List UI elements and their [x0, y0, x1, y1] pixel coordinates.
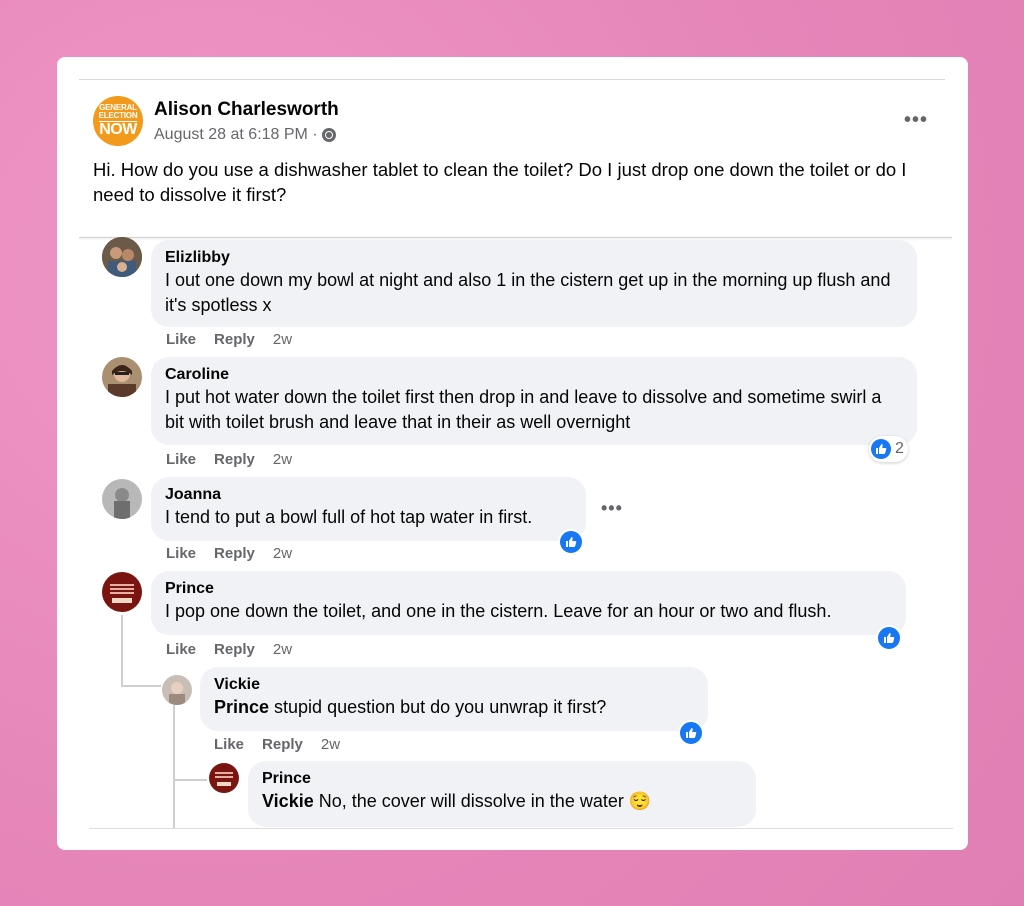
comment-bubble: Prince I pop one down the toilet, and on… — [151, 571, 906, 635]
author-name[interactable]: Alison Charlesworth — [154, 99, 339, 121]
post-more-options-icon[interactable]: ••• — [904, 109, 928, 132]
reply-bubble: Vickie Prince stupid question but do you… — [200, 667, 708, 731]
comment-bubble: Joanna I tend to put a bowl full of hot … — [151, 477, 586, 541]
thumbs-up-icon — [871, 439, 891, 459]
comment-more-options-icon[interactable]: ••• — [601, 498, 623, 519]
comment-time[interactable]: 2w — [273, 641, 292, 658]
like-link[interactable]: Like — [166, 641, 196, 658]
commenter-avatar[interactable] — [102, 237, 142, 277]
reply-text: stupid question but do you unwrap it fir… — [269, 697, 607, 717]
avatar-text-2: ELECTION — [98, 111, 138, 120]
comment-bubble: Caroline I put hot water down the toilet… — [151, 357, 917, 445]
post-card: GENERAL ELECTION NOW Alison Charlesworth… — [57, 57, 968, 850]
post-text: Hi. How do you use a dishwasher tablet t… — [93, 159, 907, 205]
post-meta: August 28 at 6:18 PM · — [154, 126, 336, 144]
thumbs-up-icon[interactable] — [876, 625, 902, 651]
bottom-divider — [89, 828, 953, 829]
thumbs-up-icon[interactable] — [678, 720, 704, 746]
author-avatar[interactable]: GENERAL ELECTION NOW — [93, 96, 143, 146]
comment-time[interactable]: 2w — [273, 545, 292, 562]
comment-bubble: Elizlibby I out one down my bowl at nigh… — [151, 240, 917, 327]
like-link[interactable]: Like — [166, 451, 196, 468]
comment-text: Vickie No, the cover will dissolve in th… — [262, 789, 742, 814]
thread-line — [121, 615, 123, 687]
reply-link[interactable]: Reply — [214, 641, 255, 658]
thread-line — [173, 705, 175, 829]
reply-text: No, the cover will dissolve in the water… — [313, 791, 652, 811]
commenter-name[interactable]: Prince — [262, 768, 742, 789]
commenter-name[interactable]: Prince — [165, 578, 892, 599]
comment-text: I out one down my bowl at night and also… — [165, 270, 891, 315]
commenter-name[interactable]: Caroline — [165, 364, 903, 385]
commenter-avatar[interactable] — [102, 572, 142, 612]
like-link[interactable]: Like — [166, 331, 196, 348]
group-icon — [321, 128, 336, 142]
reply-link[interactable]: Reply — [262, 736, 303, 753]
comment-actions: Like Reply 2w — [166, 331, 292, 348]
mention-tag[interactable]: Prince — [214, 697, 269, 717]
reply-bubble: Prince Vickie No, the cover will dissolv… — [248, 761, 756, 827]
mention-tag[interactable]: Vickie — [262, 791, 314, 811]
reaction-count-text: 2 — [895, 440, 904, 457]
like-link[interactable]: Like — [166, 545, 196, 562]
post-timestamp[interactable]: August 28 at 6:18 PM · — [154, 126, 318, 144]
comment-text: I tend to put a bowl full of hot tap wat… — [165, 507, 533, 527]
comment-time[interactable]: 2w — [273, 451, 292, 468]
reply-link[interactable]: Reply — [214, 331, 255, 348]
avatar-text-3: NOW — [99, 121, 137, 138]
top-divider — [79, 79, 945, 80]
thumbs-up-icon[interactable] — [558, 529, 584, 555]
comment-actions: Like Reply 2w — [166, 545, 292, 562]
comment-actions: Like Reply 2w — [166, 641, 292, 658]
commenter-name[interactable]: Vickie — [214, 674, 694, 695]
comment-time[interactable]: 2w — [321, 736, 340, 753]
comments-divider — [79, 237, 952, 238]
comment-time[interactable]: 2w — [273, 331, 292, 348]
like-link[interactable]: Like — [214, 736, 244, 753]
commenter-avatar[interactable] — [102, 479, 142, 519]
commenter-avatar[interactable] — [162, 675, 192, 705]
commenter-name[interactable]: Elizlibby — [165, 247, 903, 268]
commenter-avatar[interactable] — [102, 357, 142, 397]
commenter-avatar[interactable] — [209, 763, 239, 793]
comment-actions: Like Reply 2w — [214, 736, 340, 753]
commenter-name[interactable]: Joanna — [165, 484, 572, 505]
reply-link[interactable]: Reply — [214, 451, 255, 468]
reply-link[interactable]: Reply — [214, 545, 255, 562]
comment-actions: Like Reply 2w — [166, 451, 292, 468]
comment-text: Prince stupid question but do you unwrap… — [214, 695, 694, 720]
comment-text: I pop one down the toilet, and one in th… — [165, 601, 832, 621]
reaction-count[interactable]: 2 — [869, 436, 908, 462]
thread-line — [173, 779, 207, 781]
comment-text: I put hot water down the toilet first th… — [165, 387, 882, 432]
thread-line — [121, 685, 161, 687]
